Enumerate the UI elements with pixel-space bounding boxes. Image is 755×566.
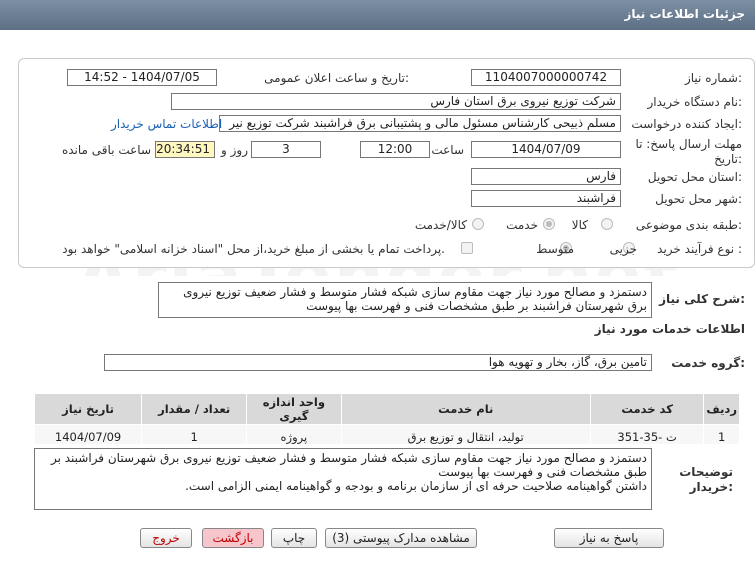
need-number-label: شماره نیاز: xyxy=(684,71,742,85)
category-both-radio[interactable] xyxy=(472,218,484,230)
announce-field: 1404/07/05 - 14:52 xyxy=(67,69,217,86)
page-header: جزئیات اطلاعات نیاز xyxy=(0,0,755,30)
col-service-name: نام خدمت xyxy=(340,393,591,425)
exit-button[interactable]: خروج xyxy=(140,528,192,548)
table-header-row: تاریخ نیاز تعداد / مقدار واحد اندازه گیر… xyxy=(33,393,740,425)
service-group-field: تامین برق، گاز، بخار و تهویه هوا xyxy=(104,354,652,371)
buyer-label: نام دستگاه خریدار: xyxy=(647,95,743,109)
days-label: روز و xyxy=(221,143,248,157)
remaining-label: ساعت باقی مانده xyxy=(61,143,151,157)
creator-field: مسلم ذبیحی کارشناس مسئول مالی و پشتیبانی… xyxy=(219,115,621,132)
col-quantity: تعداد / مقدار xyxy=(141,393,248,425)
buyer-notes-label: توضیحات xyxy=(679,465,733,479)
province-label: استان محل تحویل: xyxy=(647,170,742,184)
deadline-date-field: 1404/07/09 xyxy=(471,141,621,158)
buyer-field: شرکت توزیع نیروی برق استان فارس xyxy=(171,93,621,110)
services-table: تاریخ نیاز تعداد / مقدار واحد اندازه گیر… xyxy=(33,393,740,450)
creator-label: ایجاد کننده درخواست: xyxy=(631,117,742,131)
treasury-payment-checkbox[interactable] xyxy=(461,242,473,254)
category-goods-radio[interactable] xyxy=(601,218,613,230)
view-attachments-button[interactable]: مشاهده مدارک پیوستی (3) xyxy=(325,528,477,548)
days-remaining-field: 3 xyxy=(251,141,321,158)
process-minor-label: جزیی xyxy=(609,242,637,256)
category-goods-label: کالا xyxy=(571,218,588,232)
back-button[interactable]: بازگشت xyxy=(202,528,264,548)
deadline-label: مهلت ارسال پاسخ: تا xyxy=(635,137,742,151)
remaining-time-field: 20:34:51 xyxy=(155,141,215,158)
summary-label: شرح کلی نیاز: xyxy=(659,292,745,306)
col-service-code: کد خدمت xyxy=(589,393,705,425)
process-medium-label: متوسط xyxy=(536,242,574,256)
deadline-time-field: 12:00 xyxy=(360,141,430,158)
buyer-notes-textarea: دستمزد و مصالح مورد نیاز جهت مقاوم سازی … xyxy=(34,448,652,510)
deadline-label-date: تاریخ: xyxy=(714,152,742,166)
col-need-date: تاریخ نیاز xyxy=(33,393,143,425)
services-title: اطلاعات خدمات مورد نیاز xyxy=(594,322,745,336)
print-button[interactable]: چاپ xyxy=(271,528,317,548)
province-field: فارس xyxy=(471,168,621,185)
process-label: نوع فرآیند خرید : xyxy=(657,242,742,256)
need-info-panel: شماره نیاز: 1104007000000742 تاریخ و ساع… xyxy=(18,58,755,268)
treasury-payment-note: پرداخت تمام یا بخشی از مبلغ خرید،از محل … xyxy=(62,242,445,256)
service-group-label: گروه خدمت: xyxy=(671,356,745,370)
city-label: شهر محل تحویل: xyxy=(655,192,742,206)
deadline-time-label: ساعت xyxy=(431,143,464,157)
announce-label: تاریخ و ساعت اعلان عمومی: xyxy=(264,71,409,85)
buyer-notes-label-2: خریدار: xyxy=(689,480,733,494)
category-service-label: خدمت xyxy=(506,218,538,232)
page-title: جزئیات اطلاعات نیاز xyxy=(624,7,745,21)
col-row-number: ردیف xyxy=(703,393,740,425)
city-field: فراشبند xyxy=(471,190,621,207)
category-service-radio[interactable] xyxy=(543,218,555,230)
need-number-field: 1104007000000742 xyxy=(471,69,621,86)
category-both-label: کالا/خدمت xyxy=(414,218,467,232)
reply-button[interactable]: پاسخ به نیاز xyxy=(554,528,664,548)
category-label: طبقه بندی موضوعی: xyxy=(635,218,742,232)
col-unit: واحد اندازه گیری xyxy=(246,393,342,425)
buyer-contact-link[interactable]: اطلاعات تماس خریدار xyxy=(111,117,222,131)
summary-textarea: دستمزد و مصالح مورد نیاز جهت مقاوم سازی … xyxy=(158,282,652,318)
